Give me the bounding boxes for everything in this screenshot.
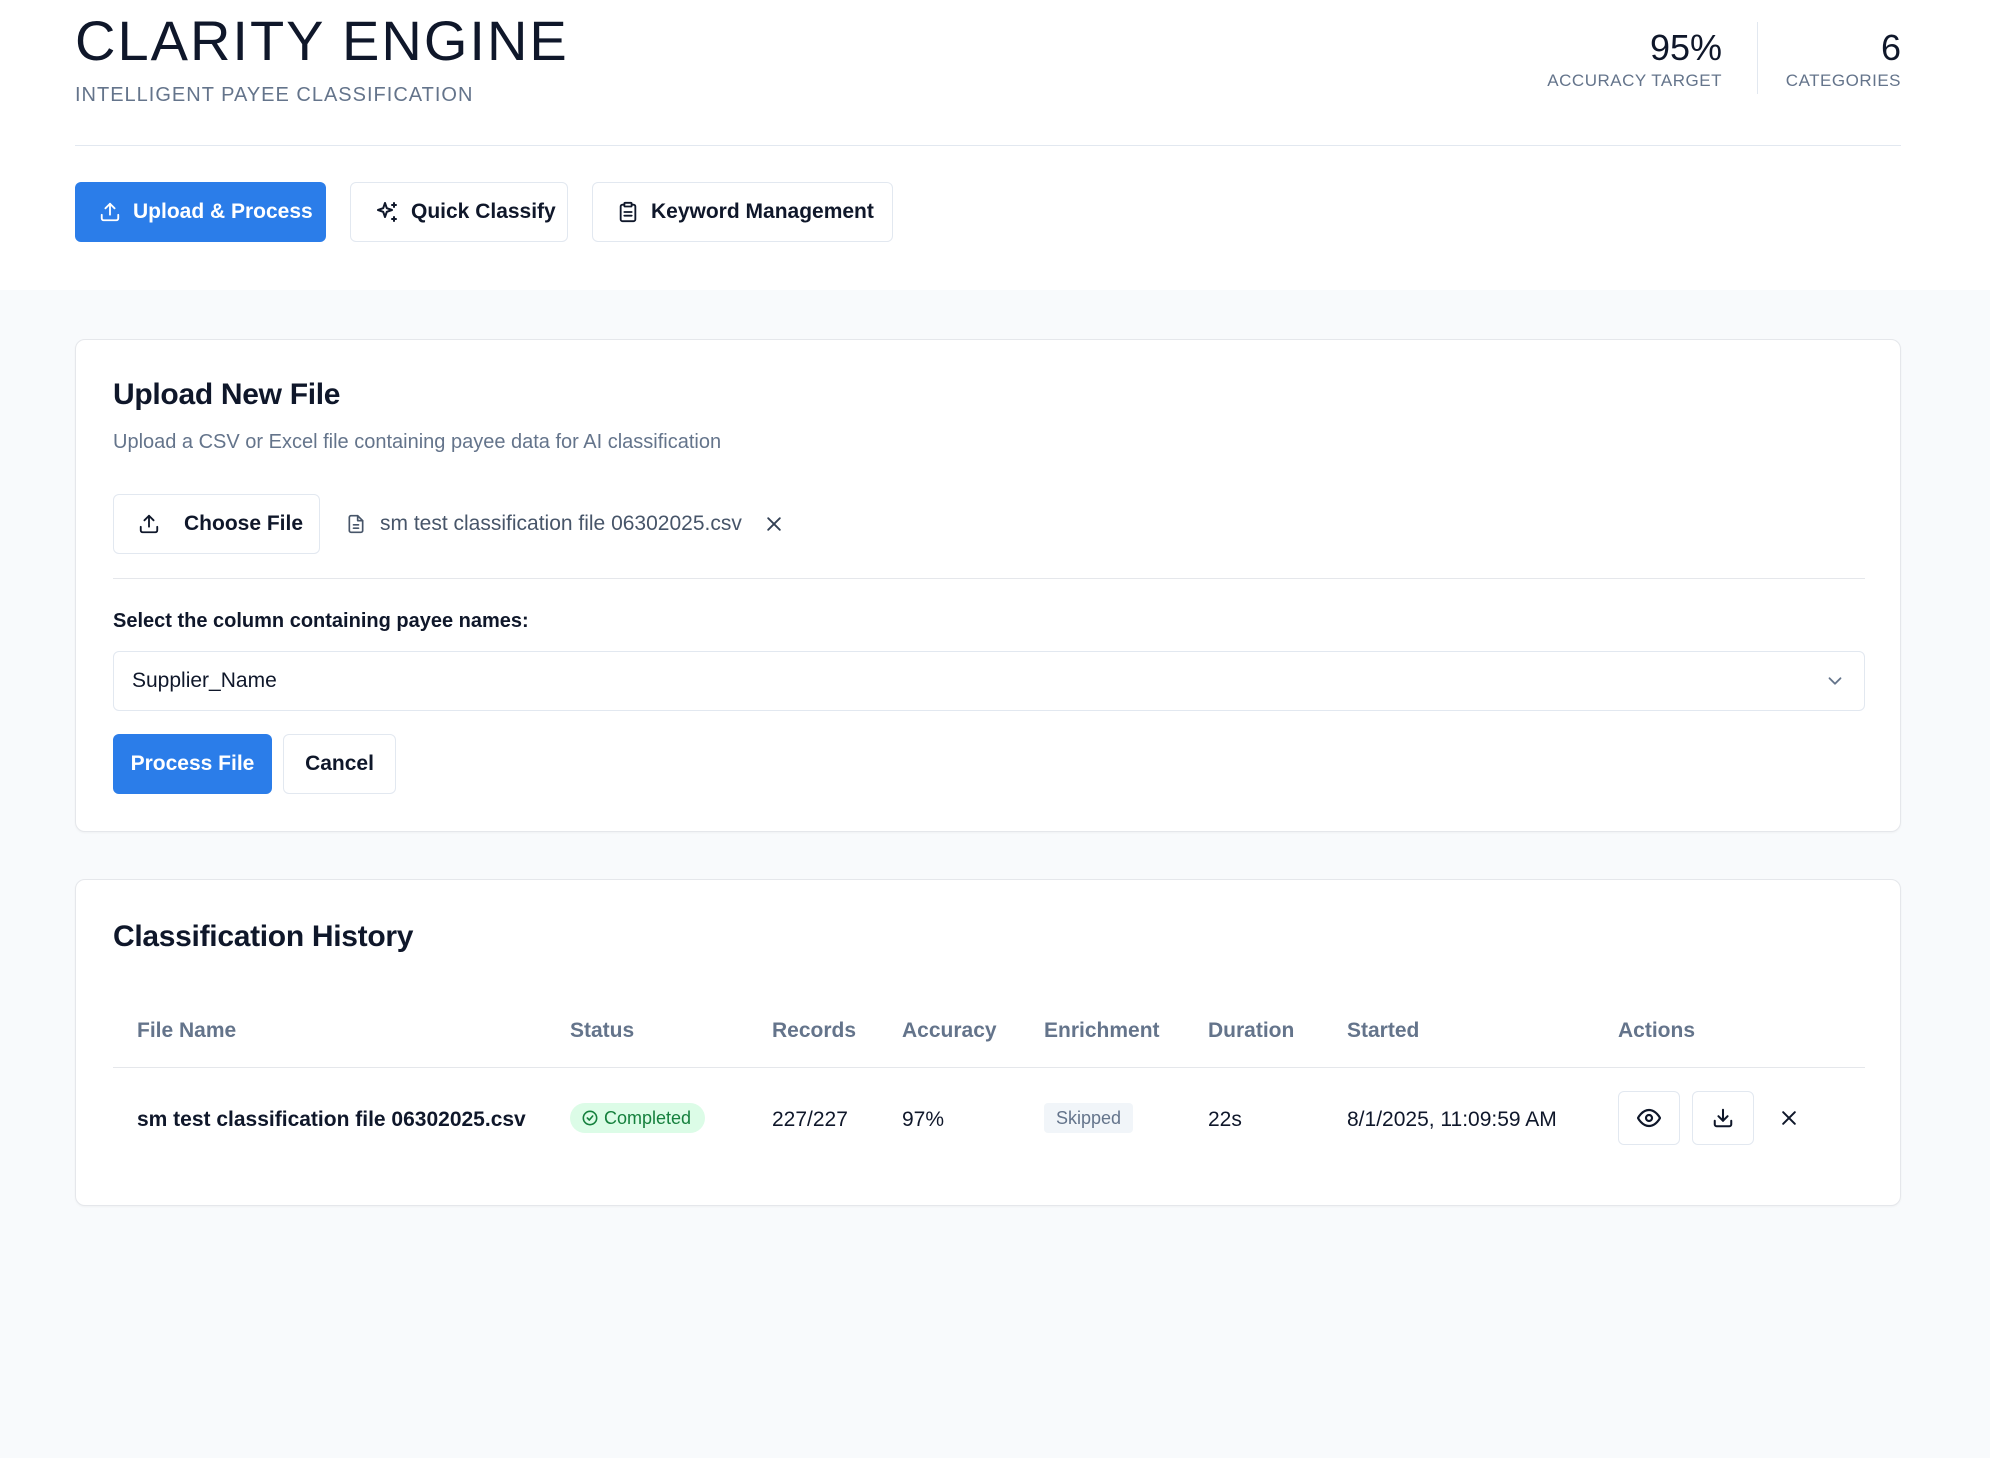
tab-upload-process[interactable]: Upload & Process [75,182,326,242]
tab-quick-classify[interactable]: Quick Classify [350,182,568,242]
row-accuracy: 97% [902,1108,945,1131]
delete-button[interactable] [1776,1105,1802,1131]
row-records: 227/227 [772,1108,848,1131]
history-card-title: Classification History [113,920,414,953]
cancel-button[interactable]: Cancel [283,734,396,794]
enrichment-badge: Skipped [1044,1103,1134,1133]
selected-file-name: sm test classification file 06302025.csv [380,512,742,535]
stat-label: ACCURACY TARGET [1547,71,1722,91]
sparkles-icon [377,202,397,222]
header-divider [75,145,1901,146]
stat-divider [1757,22,1758,94]
column-header-duration: Duration [1208,1019,1295,1042]
column-header-records: Records [772,1019,857,1042]
process-file-button[interactable]: Process File [113,734,272,794]
row-duration: 22s [1208,1108,1242,1131]
upload-icon [139,514,159,534]
app-header: CLARITY ENGINE INTELLIGENT PAYEE CLASSIF… [0,0,1990,290]
column-header-actions: Actions [1618,1019,1696,1042]
choose-file-label: Choose File [184,512,304,535]
check-circle-icon [582,1110,598,1126]
upload-icon [100,202,120,222]
column-header-started: Started [1347,1019,1420,1042]
clipboard-icon [619,201,637,223]
app-subtitle: INTELLIGENT PAYEE CLASSIFICATION [75,84,474,106]
remove-file-button[interactable] [761,511,787,537]
tab-label: Upload & Process [133,200,313,223]
column-header-accuracy: Accuracy [902,1019,997,1042]
history-card: Classification History File Name Status … [75,879,1901,1206]
row-file-name: sm test classification file 06302025.csv [137,1108,526,1131]
choose-file-button[interactable]: Choose File [113,494,320,554]
column-header-file-name: File Name [137,1019,237,1042]
upload-card-description: Upload a CSV or Excel file containing pa… [113,431,722,453]
selected-file: sm test classification file 06302025.csv [346,494,742,554]
app-title: CLARITY ENGINE [75,9,569,72]
close-icon [767,517,781,531]
row-started: 8/1/2025, 11:09:59 AM [1347,1108,1557,1131]
stat-categories: 6 CATEGORIES [1786,26,1901,91]
download-button[interactable] [1692,1091,1754,1145]
upload-divider [113,578,1865,579]
column-header-enrichment: Enrichment [1044,1019,1160,1042]
status-badge: Completed [570,1103,706,1133]
table-header-divider [113,1067,1865,1068]
column-select[interactable]: Supplier_Name [113,651,1865,711]
view-button[interactable] [1618,1091,1680,1145]
tab-keyword-management[interactable]: Keyword Management [592,182,893,242]
status-text: Completed [604,1107,692,1128]
stat-value: 6 [1880,27,1901,68]
close-icon [1782,1111,1796,1125]
tab-label: Quick Classify [411,200,556,223]
column-header-status: Status [570,1019,635,1042]
upload-card: Upload New File Upload a CSV or Excel fi… [75,339,1901,832]
eye-icon [1637,1108,1661,1128]
file-icon [348,514,364,534]
stat-value: 95% [1649,27,1722,68]
column-select-label: Select the column containing payee names… [113,610,529,632]
tab-label: Keyword Management [651,200,874,223]
column-select-value: Supplier_Name [132,669,277,692]
chevron-down-icon [1828,677,1842,685]
upload-card-title: Upload New File [113,378,341,411]
stat-label: CATEGORIES [1785,71,1901,91]
stat-accuracy-target: 95% ACCURACY TARGET [1547,26,1722,91]
download-icon [1713,1108,1733,1128]
